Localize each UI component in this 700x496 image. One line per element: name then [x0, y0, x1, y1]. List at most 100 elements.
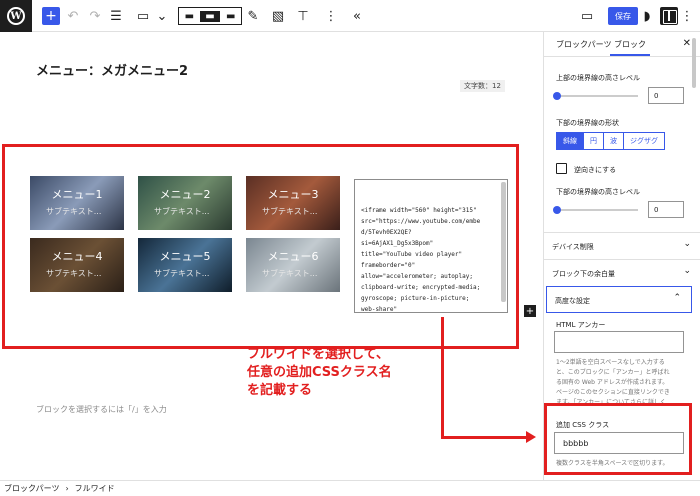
- preview-button[interactable]: ▭: [580, 6, 594, 26]
- sidebar-tabs: ブロックパーツ ブロック ✕: [544, 32, 700, 57]
- menu-card[interactable]: メニュー1 サブテキスト...: [30, 176, 124, 230]
- save-button[interactable]: 保存: [608, 7, 638, 25]
- undo-button[interactable]: ↶: [66, 6, 80, 26]
- align-wide-button[interactable]: ▬: [199, 10, 221, 22]
- block-drag-button[interactable]: ⌄: [156, 6, 168, 26]
- code-text: <iframe width="560" height="315" src="ht…: [361, 207, 481, 313]
- menu-card[interactable]: メニュー2 サブテキスト...: [138, 176, 232, 230]
- html-anchor-help: 1〜2単語を空白スペースなしで入力する と、このブロックに「アンカー」と呼ばれ …: [556, 359, 670, 406]
- panel-advanced[interactable]: 高度な設定 ⌃: [546, 286, 692, 313]
- html-anchor-input[interactable]: [554, 331, 684, 353]
- add-block-button[interactable]: +: [42, 7, 60, 25]
- panel-bottom-margin[interactable]: ブロック下の余白量 ⌄: [544, 259, 700, 286]
- lower-border-height-input[interactable]: 0: [648, 201, 684, 218]
- panel-device-restriction[interactable]: デバイス制限 ⌄: [544, 232, 700, 259]
- shape-option-diagonal[interactable]: 斜線: [557, 133, 584, 149]
- annotation-arrow-line: [441, 436, 527, 439]
- desktop-icon: ▭: [580, 8, 594, 24]
- code-scrollbar[interactable]: [501, 182, 506, 302]
- wordpress-logo-button[interactable]: W: [0, 0, 32, 32]
- plus-icon: +: [525, 305, 535, 317]
- more-vertical-icon: ⋮: [680, 8, 694, 24]
- theme-button[interactable]: ◗: [640, 6, 654, 26]
- panel-title: ブロック下の余白量: [552, 270, 615, 278]
- menu-card-subtitle: サブテキスト...: [154, 207, 210, 216]
- editor-canvas[interactable]: メニュー：メガメニュー2 文字数：12 メニュー1 サブテキスト... メニュー…: [0, 32, 543, 480]
- menu-card[interactable]: メニュー3 サブテキスト...: [246, 176, 340, 230]
- annotation-text: フルワイドを選択して、 任意の追加CSSクラス名 を記載する: [247, 347, 392, 398]
- lower-border-shape-label: 下部の境界線の形状: [556, 119, 619, 127]
- theme-icon: ◗: [643, 8, 651, 24]
- sidebar-scrollbar[interactable]: [692, 38, 696, 88]
- lower-border-shape-selector: 斜線 円 波 ジグザグ: [556, 132, 665, 150]
- plus-icon: +: [45, 8, 57, 24]
- collapse-toolbar-button[interactable]: «: [350, 6, 364, 26]
- block-select-icon: ▭: [136, 8, 150, 24]
- close-icon[interactable]: ✕: [683, 38, 691, 49]
- menu-card-title: メニュー4: [51, 250, 103, 263]
- reverse-label: 逆向きにする: [574, 166, 617, 174]
- wordpress-icon: W: [7, 7, 25, 25]
- image-button[interactable]: ▧: [270, 6, 286, 26]
- image-icon: ▧: [271, 8, 285, 24]
- menu-card-title: メニュー6: [267, 250, 319, 263]
- css-class-input[interactable]: bbbbb: [554, 432, 684, 454]
- char-count-badge: 文字数：12: [460, 80, 505, 92]
- shape-option-circle[interactable]: 円: [584, 133, 604, 149]
- upper-border-height-input[interactable]: 0: [648, 87, 684, 104]
- panel-title: デバイス制限: [552, 243, 594, 251]
- panel-title: 高度な設定: [555, 297, 590, 305]
- menu-card[interactable]: メニュー5 サブテキスト...: [138, 238, 232, 292]
- menu-card-title: メニュー2: [159, 188, 211, 201]
- chevron-up-icon: ⌃: [673, 293, 681, 303]
- html-code-block[interactable]: <iframe width="560" height="315" src="ht…: [354, 179, 508, 313]
- menu-card-subtitle: サブテキスト...: [262, 207, 318, 216]
- lower-border-height-label: 下部の境界線の高さレベル: [556, 188, 640, 196]
- page-title[interactable]: メニュー：メガメニュー2: [36, 60, 188, 79]
- chevron-icon: ⌄: [156, 8, 168, 24]
- shape-option-zigzag[interactable]: ジグザグ: [624, 133, 664, 149]
- align-none-button[interactable]: ▬: [179, 11, 200, 22]
- pen-button[interactable]: ✎: [246, 6, 260, 26]
- list-view-button[interactable]: ☰: [108, 6, 124, 26]
- menu-card-title: メニュー3: [267, 188, 319, 201]
- tab-block-parts[interactable]: ブロックパーツ: [556, 39, 611, 50]
- collapse-icon: «: [353, 8, 361, 24]
- block-more-button[interactable]: ⋮: [325, 6, 338, 26]
- block-select-button[interactable]: ▭: [135, 6, 151, 26]
- tab-block[interactable]: ブロック: [610, 39, 650, 56]
- css-class-label: 追加 CSS クラス: [556, 421, 610, 429]
- paint-roller-button[interactable]: ⊤: [296, 6, 310, 26]
- breadcrumb: ブロックパーツ › フルワイド: [0, 480, 700, 496]
- chevron-down-icon: ⌄: [683, 266, 691, 276]
- menu-card[interactable]: メニュー6 サブテキスト...: [246, 238, 340, 292]
- alignment-group: ▬ ▬ ▬: [178, 7, 242, 25]
- breadcrumb-separator-icon: ›: [65, 484, 69, 493]
- css-class-help: 複数クラスを半角スペースで区切ります。: [556, 460, 669, 467]
- settings-sidebar: ブロックパーツ ブロック ✕ 上部の境界線の高さレベル 0 下部の境界線の形状 …: [543, 32, 700, 480]
- lower-border-height-slider[interactable]: [553, 206, 638, 214]
- breadcrumb-item[interactable]: フルワイド: [75, 483, 115, 494]
- upper-border-height-slider[interactable]: [553, 92, 638, 100]
- align-full-button[interactable]: ▬: [220, 11, 241, 22]
- paint-roller-icon: ⊤: [297, 8, 309, 24]
- breadcrumb-item[interactable]: ブロックパーツ: [4, 483, 59, 494]
- pen-icon: ✎: [247, 8, 259, 24]
- reverse-checkbox[interactable]: [556, 163, 567, 174]
- slider-knob[interactable]: [553, 92, 561, 100]
- block-placeholder[interactable]: ブロックを選択するには「/」を入力: [36, 404, 167, 415]
- inline-add-block-button[interactable]: +: [524, 305, 536, 317]
- redo-button[interactable]: ↷: [88, 6, 102, 26]
- menu-card[interactable]: メニュー4 サブテキスト...: [30, 238, 124, 292]
- redo-icon: ↷: [89, 8, 101, 24]
- slider-knob[interactable]: [553, 206, 561, 214]
- shape-option-wave[interactable]: 波: [604, 133, 624, 149]
- sidebar-toggle-button[interactable]: [660, 7, 678, 25]
- menu-card-subtitle: サブテキスト...: [154, 269, 210, 278]
- menu-card-title: メニュー1: [51, 188, 103, 201]
- menu-card-subtitle: サブテキスト...: [46, 269, 102, 278]
- annotation-arrow-line: [441, 317, 444, 439]
- options-button[interactable]: ⋮: [680, 6, 694, 26]
- html-anchor-label: HTML アンカー: [556, 321, 606, 329]
- list-view-icon: ☰: [110, 8, 122, 24]
